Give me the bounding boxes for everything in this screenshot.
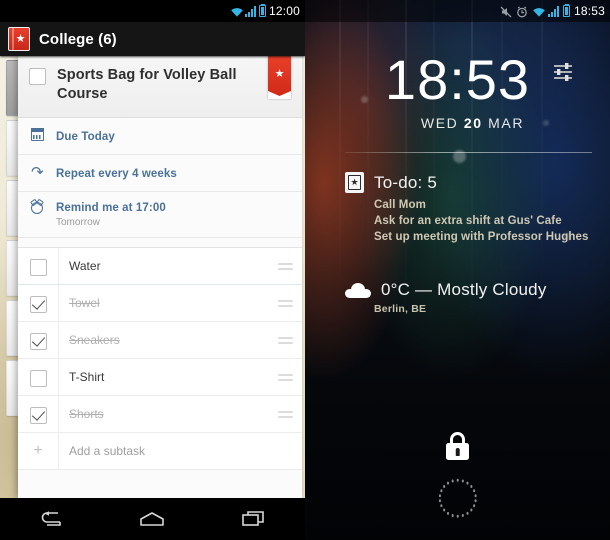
subtask-row-tshirt[interactable]: T-Shirt xyxy=(18,359,302,397)
subtask-checkbox[interactable] xyxy=(29,332,47,350)
subtask-list: Water Towel Sneakers T-Shirt Shorts + Ad… xyxy=(18,247,302,471)
subtask-checkbox-cell[interactable] xyxy=(18,396,59,433)
task-header: Sports Bag for Volley Ball Course ★ xyxy=(18,56,302,118)
recent-apps-icon[interactable] xyxy=(231,506,277,532)
subtask-checkbox-cell[interactable] xyxy=(18,285,59,322)
meta-row-reminder[interactable]: Remind me at 17:00 Tomorrow xyxy=(18,192,302,239)
task-title: Sports Bag for Volley Ball Course xyxy=(57,67,237,102)
plus-icon: + xyxy=(33,442,43,460)
drag-handle-icon[interactable] xyxy=(269,359,302,395)
wunderlist-book-icon[interactable]: ★ xyxy=(8,27,30,51)
wunderlist-badge-icon: ★ xyxy=(345,172,364,193)
subtask-label: Sneakers xyxy=(69,333,120,348)
reminder-sublabel: Tomorrow xyxy=(56,217,100,229)
add-subtask-label: Add a subtask xyxy=(69,444,146,459)
drag-handle-icon[interactable] xyxy=(269,396,302,432)
signal-icon xyxy=(547,5,559,17)
left-status-bar: 12:00 xyxy=(0,0,305,22)
drag-handle-icon[interactable] xyxy=(269,322,302,358)
reminder-label: Remind me at 17:00 xyxy=(56,202,166,214)
wifi-icon xyxy=(230,5,243,17)
subtask-checkbox[interactable] xyxy=(29,295,47,313)
repeat-label: Repeat every 4 weeks xyxy=(56,168,177,180)
task-meta-list: Due Today ↶ Repeat every 4 weeks Remind … xyxy=(18,118,302,239)
subtask-label: T-Shirt xyxy=(69,370,105,385)
subtask-row-water[interactable]: Water xyxy=(18,248,302,286)
subtask-label: Towel xyxy=(69,296,100,311)
add-subtask-row[interactable]: + Add a subtask xyxy=(18,433,302,471)
cloud-icon xyxy=(345,282,371,298)
right-status-bar: 18:53 xyxy=(305,0,610,22)
app-action-bar: ★ College (6) xyxy=(0,22,305,56)
todo-item: Set up meeting with Professor Hughes xyxy=(374,231,589,244)
signal-icon xyxy=(244,5,256,17)
wifi-icon xyxy=(532,5,545,17)
lockscreen-divider xyxy=(345,152,592,153)
star-ribbon-badge[interactable]: ★ xyxy=(268,56,291,98)
status-time: 12:00 xyxy=(268,4,300,18)
subtask-row-shorts[interactable]: Shorts xyxy=(18,396,302,434)
left-phone-screen: 12:00 ★ College (6) Sports Bag for Volle… xyxy=(0,0,305,540)
weather-title: 0°C — Mostly Cloudy xyxy=(381,280,547,299)
clock-weekday: WED xyxy=(420,115,459,131)
ribbon-star-icon: ★ xyxy=(274,68,285,80)
battery-icon xyxy=(258,3,266,17)
status-time: 18:53 xyxy=(573,4,605,18)
drag-handle-icon[interactable] xyxy=(269,285,302,321)
todo-widget-title: To-do: 5 xyxy=(374,172,438,192)
mute-icon xyxy=(500,5,512,18)
todo-widget-items: Call Mom Ask for an extra shift at Gus' … xyxy=(374,197,596,245)
todo-item: Call Mom xyxy=(374,199,426,211)
subtask-checkbox[interactable] xyxy=(29,258,47,276)
home-icon[interactable] xyxy=(129,506,175,532)
subtask-checkbox-cell[interactable] xyxy=(18,322,59,359)
lockscreen-clock-widget: 18:53 WED 20 MAR xyxy=(305,52,610,133)
screenshot-stage: 12:00 ★ College (6) Sports Bag for Volle… xyxy=(0,0,610,540)
drag-handle-icon[interactable] xyxy=(269,248,302,284)
meta-row-due[interactable]: Due Today xyxy=(18,118,302,155)
weather-location: Berlin, BE xyxy=(374,303,427,315)
task-detail-card: Sports Bag for Volley Ball Course ★ Due … xyxy=(18,56,302,498)
subtask-checkbox-cell[interactable] xyxy=(18,359,59,396)
meta-row-repeat[interactable]: ↶ Repeat every 4 weeks xyxy=(18,155,302,192)
sliders-icon[interactable] xyxy=(552,61,574,83)
weather-widget[interactable]: 0°C — Mostly Cloudy Berlin, BE xyxy=(345,280,596,315)
badge-star-icon: ★ xyxy=(350,177,359,187)
task-checkbox[interactable] xyxy=(29,68,46,85)
list-title: College (6) xyxy=(39,30,117,48)
alarm-icon xyxy=(516,5,528,18)
todo-widget[interactable]: ★ To-do: 5 Call Mom Ask for an extra shi… xyxy=(345,172,596,245)
unlock-ring[interactable] xyxy=(438,478,478,518)
subtask-checkbox[interactable] xyxy=(29,406,47,424)
clock-month: MAR xyxy=(488,115,525,131)
unlock-area[interactable] xyxy=(305,432,610,518)
subtask-checkbox-cell[interactable] xyxy=(18,248,59,285)
subtask-row-sneakers[interactable]: Sneakers xyxy=(18,322,302,360)
subtask-label: Shorts xyxy=(69,407,104,422)
calendar-icon xyxy=(29,128,45,141)
subtask-checkbox[interactable] xyxy=(29,369,47,387)
android-nav-bar xyxy=(0,498,305,540)
back-icon[interactable] xyxy=(28,506,74,532)
subtask-row-towel[interactable]: Towel xyxy=(18,285,302,323)
right-phone-lockscreen: 18:53 18:53 WED 20 MAR ★ To-do: 5 Call M… xyxy=(305,0,610,540)
battery-icon xyxy=(562,3,570,17)
due-label: Due Today xyxy=(56,131,115,143)
clock-day: 20 xyxy=(463,115,483,131)
todo-item: Ask for an extra shift at Gus' Cafe xyxy=(374,215,562,228)
clock-time: 18:53 xyxy=(384,48,531,111)
alarm-icon xyxy=(29,202,45,214)
clock-date: WED 20 MAR xyxy=(385,115,530,131)
add-subtask-icon-cell[interactable]: + xyxy=(18,433,59,470)
subtask-label: Water xyxy=(69,259,101,274)
lock-icon[interactable] xyxy=(446,432,469,460)
repeat-icon: ↶ xyxy=(30,164,44,181)
app-icon-star: ★ xyxy=(15,32,26,45)
